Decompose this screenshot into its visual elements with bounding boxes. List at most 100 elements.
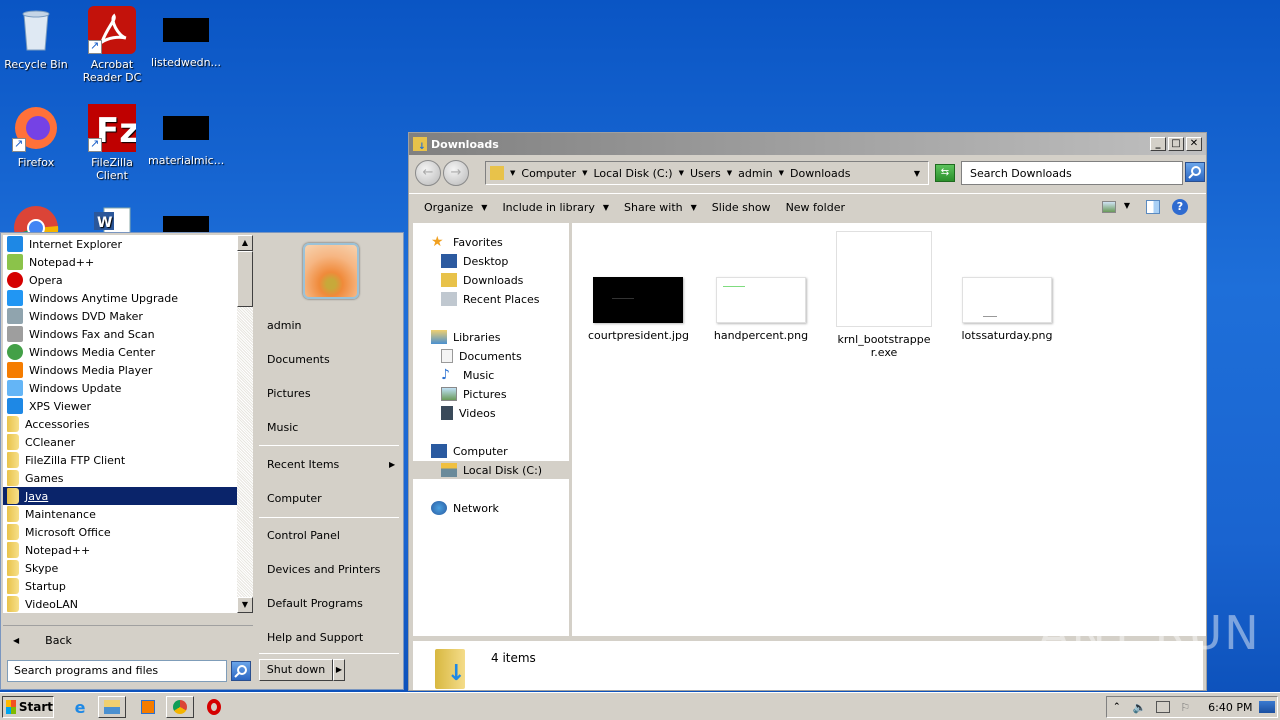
taskbar-opera[interactable] <box>200 696 228 718</box>
nav-recent-places[interactable]: Recent Places <box>441 290 540 308</box>
program-item[interactable]: Games <box>3 469 237 487</box>
taskbar-ie[interactable]: e <box>66 696 94 718</box>
program-item[interactable]: Maintenance <box>3 505 237 523</box>
search-icon[interactable] <box>1185 162 1205 182</box>
program-item[interactable]: Startup <box>3 577 237 595</box>
breadcrumb-downloads[interactable]: Downloads <box>790 167 850 180</box>
share-with-button[interactable]: Share with ▼ <box>624 201 697 214</box>
program-item[interactable]: Internet Explorer <box>3 235 237 253</box>
user-avatar[interactable] <box>303 243 359 299</box>
shut-down-button[interactable]: Shut down <box>259 659 333 681</box>
preview-pane-icon[interactable] <box>1146 200 1160 214</box>
refresh-icon[interactable]: ⇆ <box>935 164 955 182</box>
program-item[interactable]: Notepad++ <box>3 541 237 559</box>
view-options-dropdown[interactable]: ▼ <box>1124 201 1130 210</box>
program-item[interactable]: VideoLAN <box>3 595 237 613</box>
start-computer[interactable]: Computer <box>267 492 322 505</box>
minimize-button[interactable]: _ <box>1150 137 1166 151</box>
title-bar[interactable]: ↓ Downloads _ □ ✕ <box>409 133 1206 155</box>
start-user-admin[interactable]: admin <box>267 319 301 332</box>
start-default-programs[interactable]: Default Programs <box>267 597 363 610</box>
forward-nav-button[interactable]: → <box>443 160 469 186</box>
start-documents[interactable]: Documents <box>267 353 330 366</box>
nav-favorites[interactable]: ★ Favorites <box>431 233 503 251</box>
scroll-up-button[interactable]: ▲ <box>237 235 253 251</box>
new-folder-button[interactable]: New folder <box>786 201 845 214</box>
nav-documents[interactable]: Documents <box>441 347 522 365</box>
desktop-icon-filezilla[interactable]: Fz FileZilla Client <box>74 104 150 182</box>
desktop-icon-recycle-bin[interactable]: Recycle Bin <box>0 6 74 71</box>
file-item[interactable]: lotssaturday.png <box>957 277 1057 342</box>
program-item[interactable]: Java <box>3 487 237 505</box>
chevron-down-icon[interactable]: ▼ <box>779 169 784 177</box>
slide-show-button[interactable]: Slide show <box>712 201 771 214</box>
program-item[interactable]: Opera <box>3 271 237 289</box>
show-hidden-icons-button[interactable]: ⌃ <box>1113 702 1121 712</box>
change-view-icon[interactable] <box>1102 201 1116 213</box>
programs-scrollbar[interactable]: ▲ ▼ <box>237 235 253 613</box>
desktop-icon-acrobat[interactable]: Acrobat Reader DC <box>74 6 150 84</box>
desktop-icon-firefox[interactable]: Firefox <box>0 104 74 169</box>
taskbar-media-player[interactable] <box>134 696 162 718</box>
back-nav-button[interactable]: ← <box>415 160 441 186</box>
program-item[interactable]: Notepad++ <box>3 253 237 271</box>
nav-network[interactable]: Network <box>431 499 499 517</box>
clock[interactable]: 6:40 PM <box>1208 701 1252 714</box>
back-button[interactable]: ◀ Back <box>3 625 253 655</box>
chevron-down-icon[interactable]: ▼ <box>679 169 684 177</box>
program-item[interactable]: Windows Update <box>3 379 237 397</box>
search-icon[interactable] <box>231 661 251 681</box>
program-item[interactable]: Accessories <box>3 415 237 433</box>
program-item[interactable]: Windows Fax and Scan <box>3 325 237 343</box>
scroll-down-button[interactable]: ▼ <box>237 597 253 613</box>
start-pictures[interactable]: Pictures <box>267 387 311 400</box>
chevron-down-icon[interactable]: ▼ <box>582 169 587 177</box>
nav-music[interactable]: ♪ Music <box>441 366 494 384</box>
organize-button[interactable]: Organize ▼ <box>424 201 487 214</box>
file-item[interactable]: courtpresident.jpg <box>588 277 689 342</box>
close-button[interactable]: ✕ <box>1186 137 1202 151</box>
network-tray-icon[interactable] <box>1156 701 1171 713</box>
start-help-support[interactable]: Help and Support <box>267 631 363 644</box>
scroll-thumb[interactable] <box>237 251 253 307</box>
nav-libraries[interactable]: Libraries <box>431 328 501 346</box>
action-center-flag-icon[interactable]: ⚐ <box>1180 701 1190 714</box>
shut-down-options-button[interactable]: ▶ <box>333 659 345 681</box>
address-history-dropdown[interactable]: ▼ <box>914 169 920 178</box>
search-downloads-input[interactable]: Search Downloads <box>961 161 1183 185</box>
maximize-button[interactable]: □ <box>1168 137 1184 151</box>
help-icon[interactable]: ? <box>1172 199 1188 215</box>
start-music[interactable]: Music <box>267 421 298 434</box>
nav-pictures[interactable]: Pictures <box>441 385 507 403</box>
start-devices-printers[interactable]: Devices and Printers <box>267 563 380 576</box>
program-item[interactable]: Windows Anytime Upgrade <box>3 289 237 307</box>
program-item[interactable]: Windows Media Player <box>3 361 237 379</box>
start-recent-items[interactable]: Recent Items <box>267 458 339 471</box>
breadcrumb-local-disk[interactable]: Local Disk (C:) <box>593 167 672 180</box>
file-item[interactable]: krnl_bootstrapper.exe <box>834 231 934 359</box>
program-item[interactable]: FileZilla FTP Client <box>3 451 237 469</box>
file-item[interactable]: handpercent.png <box>711 277 811 342</box>
address-bar[interactable]: ▼ Computer ▼ Local Disk (C:) ▼ Users ▼ a… <box>485 161 929 185</box>
nav-local-disk[interactable]: Local Disk (C:) <box>413 461 569 479</box>
program-item[interactable]: CCleaner <box>3 433 237 451</box>
desktop-icon-listedwedn[interactable]: listedwedn... <box>148 6 224 69</box>
nav-videos[interactable]: Videos <box>441 404 496 422</box>
nav-downloads[interactable]: Downloads <box>441 271 523 289</box>
program-item[interactable]: Windows Media Center <box>3 343 237 361</box>
chevron-down-icon[interactable]: ▼ <box>727 169 732 177</box>
program-item[interactable]: Microsoft Office <box>3 523 237 541</box>
include-in-library-button[interactable]: Include in library ▼ <box>502 201 609 214</box>
show-desktop-button[interactable] <box>1259 701 1275 713</box>
program-item[interactable]: Windows DVD Maker <box>3 307 237 325</box>
breadcrumb-admin[interactable]: admin <box>738 167 772 180</box>
start-control-panel[interactable]: Control Panel <box>267 529 340 542</box>
taskbar-explorer[interactable] <box>98 696 126 718</box>
breadcrumb-users[interactable]: Users <box>690 167 721 180</box>
start-button[interactable]: Start <box>2 696 54 718</box>
desktop-icon-materialmic[interactable]: materialmic... <box>148 104 224 167</box>
nav-computer[interactable]: Computer <box>431 442 508 460</box>
search-programs-input[interactable]: Search programs and files <box>7 660 227 682</box>
program-item[interactable]: Skype <box>3 559 237 577</box>
nav-desktop[interactable]: Desktop <box>441 252 508 270</box>
